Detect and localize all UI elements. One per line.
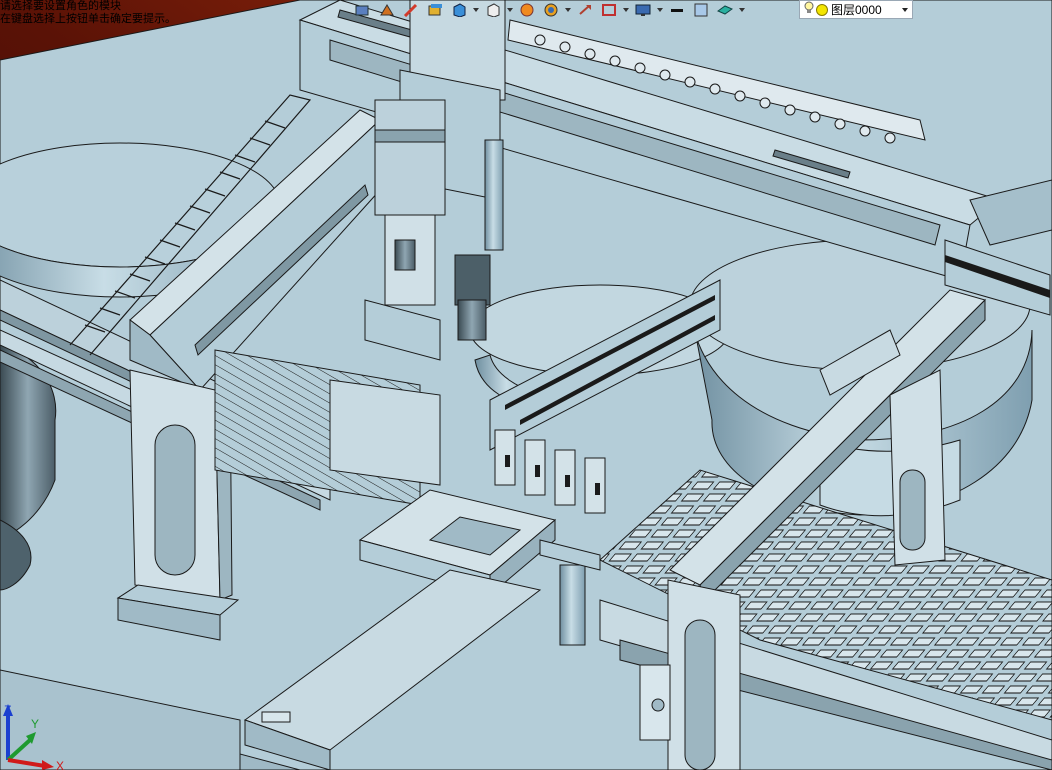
- axis-y-label: Y: [31, 717, 39, 731]
- line-color-icon[interactable]: [666, 1, 688, 19]
- 3d-viewport[interactable]: 请选择要设置角色的模块 在键盘选择上按钮单击确定要提示。 图层0000 Z Y …: [0, 0, 1052, 770]
- cube-outline-icon[interactable]: [482, 1, 504, 19]
- prompt-line-2: 在键盘选择上按钮单击确定要提示。: [0, 13, 176, 25]
- section-view-icon[interactable]: [598, 1, 620, 19]
- vision-camera: [454, 254, 491, 306]
- lightbulb-icon: [804, 1, 814, 18]
- axis-x-label: X: [56, 759, 64, 770]
- select-filter-icon[interactable]: [352, 1, 374, 19]
- surface-layer-icon[interactable]: [714, 1, 736, 19]
- section-view-dropdown[interactable]: [622, 1, 630, 19]
- cad-model-scene[interactable]: [0, 0, 1052, 770]
- solid-cube-icon[interactable]: [448, 1, 470, 19]
- view-sphere-dropdown[interactable]: [564, 1, 572, 19]
- surface-layer-dropdown[interactable]: [738, 1, 746, 19]
- orient-arrow-icon[interactable]: [574, 1, 596, 19]
- axis-triad: Z Y X: [0, 698, 70, 770]
- z-axis-motor: [374, 99, 446, 216]
- vertical-shaft: [484, 139, 504, 251]
- layer-color-swatch: [816, 3, 828, 16]
- layer-name: 图层0000: [831, 3, 882, 17]
- monitor-icon[interactable]: [632, 1, 654, 19]
- solid-cube-dropdown[interactable]: [472, 1, 480, 19]
- chevron-down-icon: [902, 8, 908, 12]
- command-prompt-area: 请选择要设置角色的模块 在键盘选择上按钮单击确定要提示。: [0, 0, 176, 26]
- layer-dropdown[interactable]: 图层0000: [799, 0, 913, 19]
- axis-z-label: Z: [4, 703, 11, 717]
- cube-outline-dropdown[interactable]: [506, 1, 514, 19]
- monitor-dropdown[interactable]: [656, 1, 664, 19]
- snap-star-icon[interactable]: [516, 1, 538, 19]
- render-mode-icon[interactable]: [376, 1, 398, 19]
- prompt-line-1: 请选择要设置角色的模块: [0, 0, 121, 12]
- fill-color-icon[interactable]: [690, 1, 712, 19]
- pneumatic-cylinder: [559, 564, 586, 646]
- wire-pencil-icon[interactable]: [400, 1, 422, 19]
- view-sphere-icon[interactable]: [540, 1, 562, 19]
- shaded-block-icon[interactable]: [424, 1, 446, 19]
